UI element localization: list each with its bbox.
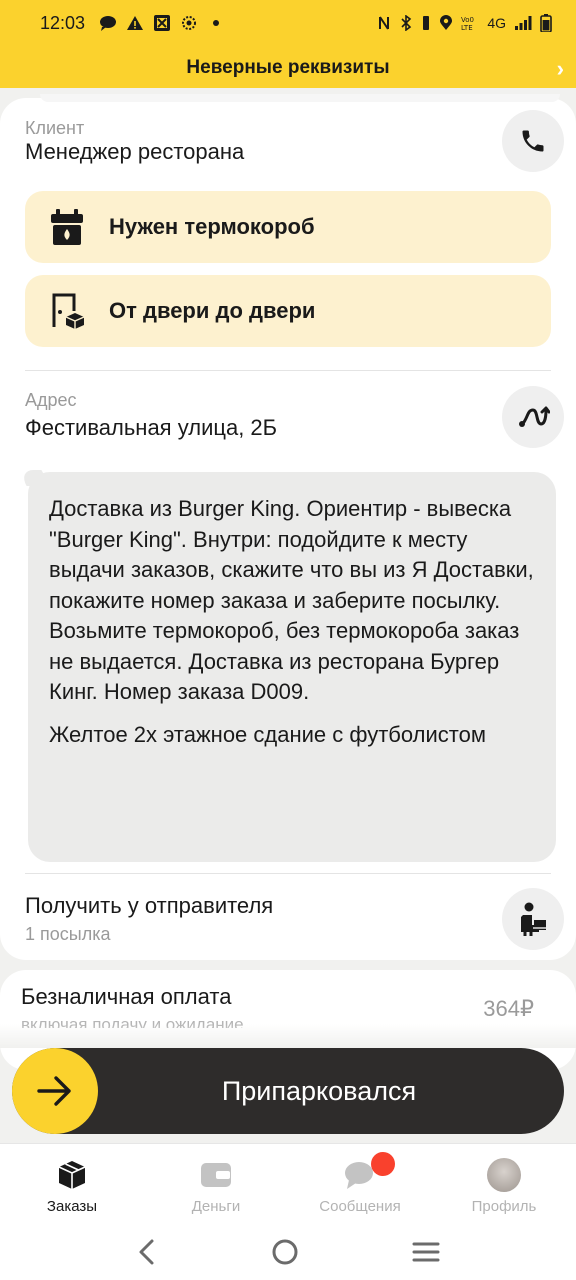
banner-text: Неверные реквизиты: [186, 57, 390, 78]
svg-text:LTE: LTE: [461, 24, 473, 31]
address-label: Адрес: [25, 390, 77, 410]
bluetooth-icon: [401, 15, 412, 31]
tab-profile-label: Профиль: [471, 1198, 537, 1215]
comment-paragraph: Доставка из Burger King. Ориентир - выве…: [49, 496, 534, 704]
chevron-right-icon: ›: [556, 56, 564, 81]
system-icons: Vo0 LTE 4G: [377, 14, 552, 32]
feature-door-to-door-text: От двери до двери: [109, 298, 316, 323]
settings-gear-icon: [182, 16, 197, 30]
tab-messages-label: Сообщения: [319, 1198, 401, 1215]
scroll-fade: [0, 1024, 576, 1048]
profile-photo: [487, 1158, 521, 1192]
feature-door-to-door: От двери до двери: [25, 275, 551, 347]
vibrate-icon: [423, 16, 430, 30]
client-name: Менеджер ресторана: [25, 139, 245, 164]
divider: [25, 370, 551, 371]
phone-icon: [522, 130, 544, 152]
invalid-details-banner[interactable]: Неверные реквизиты ›: [0, 48, 576, 88]
door-to-door-icon: [49, 293, 85, 329]
delivery-comment: Доставка из Burger King. Ориентир - выве…: [17, 470, 556, 862]
arrow-right-icon: [37, 1076, 71, 1106]
address-value: Фестивальная улица, 2Б: [25, 415, 278, 440]
location-icon: [440, 15, 453, 30]
wallet-icon: [198, 1158, 234, 1192]
home-icon[interactable]: [270, 1237, 300, 1267]
pickup-subtitle: 1 посылка: [25, 924, 111, 944]
tab-money[interactable]: Деньги: [144, 1144, 288, 1223]
volte-icon: Vo0LTE: [461, 16, 474, 31]
box-icon: [54, 1158, 90, 1192]
status-bar: 12:03 Vo0 LTE 4G: [0, 0, 576, 46]
client-label: Клиент: [25, 118, 85, 138]
nfc-icon: [379, 16, 390, 30]
pickup-sender-button[interactable]: [502, 888, 564, 950]
avatar: [486, 1158, 522, 1192]
bottom-tab-bar: Заказы Деньги Сообщения Профиль: [0, 1143, 576, 1223]
parked-swipe-button[interactable]: Припарковался: [12, 1048, 564, 1134]
thermo-box-icon: [49, 209, 85, 245]
card-stack-edge: [40, 94, 560, 102]
feature-thermo-box: Нужен термокороб: [25, 191, 551, 263]
network-type: 4G: [487, 15, 506, 31]
unread-badge: [371, 1152, 395, 1176]
notification-icons: [99, 15, 225, 31]
person-with-parcel-icon: [521, 902, 547, 936]
warning-icon: [127, 16, 144, 30]
chat-notification-icon: [100, 16, 117, 31]
svg-text:Vo0: Vo0: [461, 16, 474, 24]
tab-orders-label: Заказы: [46, 1198, 98, 1215]
route-icon: [519, 406, 550, 427]
comment-paragraph: Желтое 2х этажное сдание с футболистом: [49, 721, 486, 747]
battery-icon: [540, 14, 552, 32]
status-time: 12:03: [40, 12, 86, 33]
payment-amount: 364₽: [483, 996, 534, 1021]
route-button[interactable]: [502, 386, 564, 448]
more-dot-icon: [213, 20, 220, 26]
tab-messages[interactable]: Сообщения: [288, 1144, 432, 1223]
system-navigation-bar: [0, 1223, 576, 1280]
tab-profile[interactable]: Профиль: [432, 1144, 576, 1223]
call-button[interactable]: [502, 110, 564, 172]
swipe-label: Припарковался: [221, 1075, 417, 1106]
feature-thermo-box-text: Нужен термокороб: [109, 214, 315, 239]
payment-title: Безналичная оплата: [21, 984, 232, 1009]
signal-icon: [515, 16, 532, 30]
pickup-title: Получить у отправителя: [25, 893, 274, 918]
tab-orders[interactable]: Заказы: [0, 1144, 144, 1223]
tab-money-label: Деньги: [191, 1198, 241, 1215]
app-square-icon: [154, 15, 171, 31]
divider: [25, 873, 551, 874]
swipe-knob[interactable]: [12, 1048, 98, 1134]
menu-icon[interactable]: [411, 1240, 441, 1264]
top-bar: 12:03 Vo0 LTE 4G Неверные реквизиты ›: [0, 0, 576, 88]
back-icon[interactable]: [135, 1238, 159, 1266]
